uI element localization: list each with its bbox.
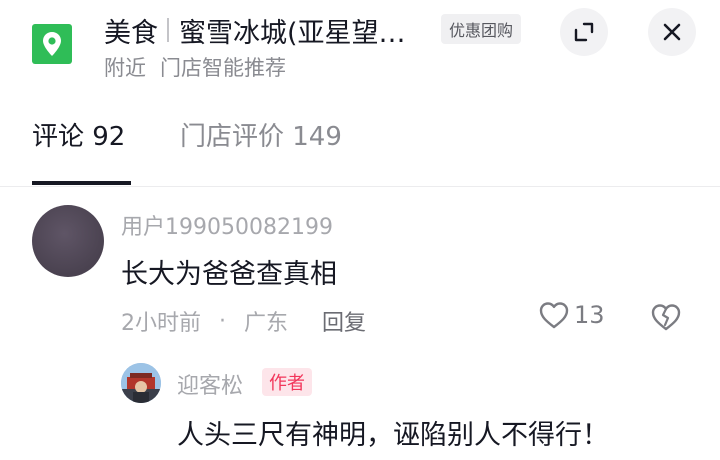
heart-outline-icon [539,302,569,329]
comment-text: 长大为爸爸查真相 [121,259,337,290]
close-icon [663,23,681,41]
location-pin-icon [43,32,61,56]
reply-username[interactable]: 迎客松 [177,368,243,400]
tab-store-reviews[interactable]: 门店评价 149 [180,116,342,153]
nearby-label: 附近 [104,56,146,80]
author-badge: 作者 [262,368,312,396]
location-badge [32,24,72,64]
reply-button[interactable]: 回复 [322,305,366,337]
like-button[interactable]: 13 [538,300,605,330]
author-avatar[interactable] [121,363,161,403]
broken-heart-icon [651,304,681,331]
expand-button[interactable] [560,8,608,56]
meta-separator: · [219,308,226,334]
category-label: 美食 [104,17,158,49]
avatar[interactable] [32,205,104,277]
recommend-label: 门店智能推荐 [160,56,286,80]
reply-text: 人头三尺有神明，诬陷别人不得行！ [177,420,609,451]
tab-comments[interactable]: 评论 92 [32,116,125,153]
comment-location: 广东 [244,311,289,336]
comment-username[interactable]: 用户199050082199 [121,209,333,241]
tabs-divider [0,186,720,187]
like-count: 13 [574,301,605,329]
expand-icon [574,22,594,42]
active-tab-indicator [32,181,131,185]
header-subtitle: 附近 门店智能推荐 [104,52,286,82]
comment-meta: 2小时前 · 广东 回复 [121,305,366,337]
header-title[interactable]: 美食 蜜雪冰城(亚星望… [104,10,406,50]
title-divider [167,18,169,42]
comment-time: 2小时前 [121,311,201,336]
close-button[interactable] [648,8,696,56]
deal-tag[interactable]: 优惠团购 [441,14,522,44]
dislike-button[interactable] [650,302,682,336]
author-avatar-image [121,363,161,403]
store-name: 蜜雪冰城(亚星望… [179,17,406,49]
